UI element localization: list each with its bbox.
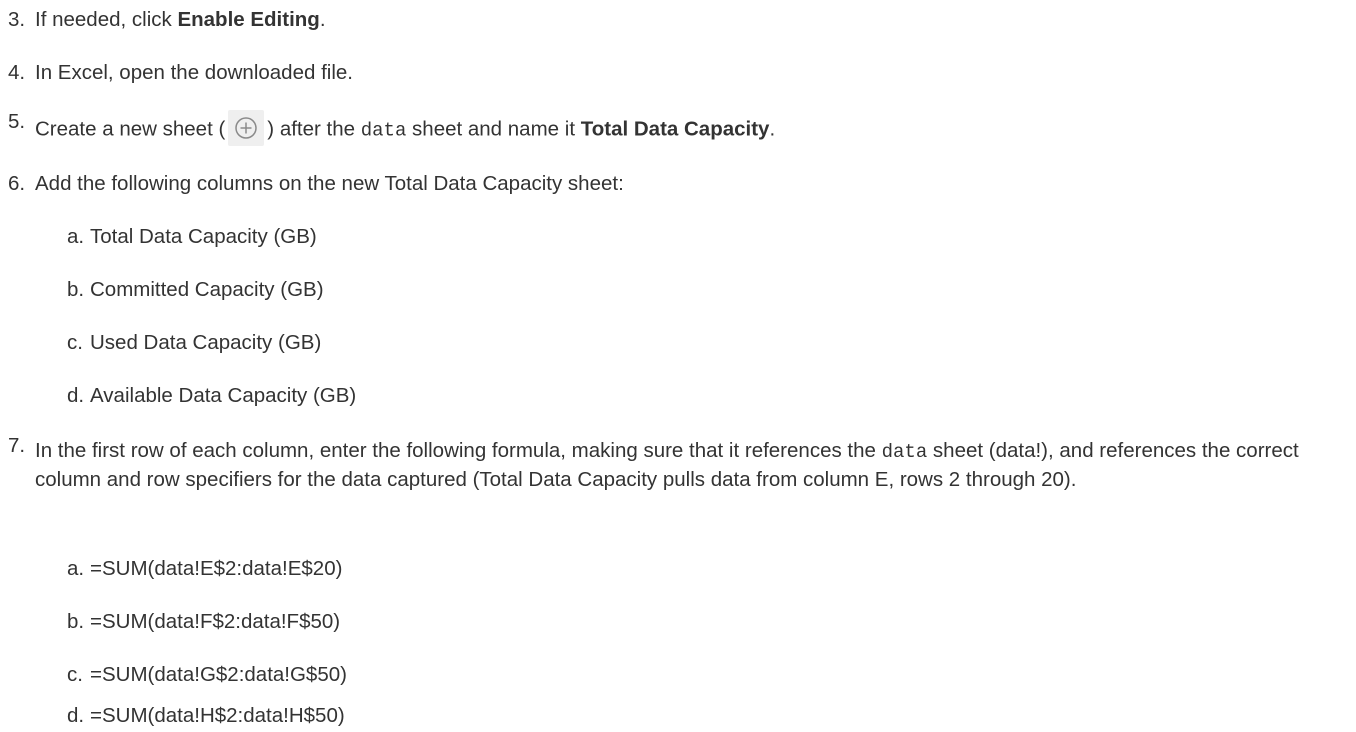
step-number: 4. [8, 61, 26, 84]
step-4: 4. In Excel, open the downloaded file. [8, 59, 353, 86]
data-sheet-code: data [360, 119, 407, 142]
total-data-capacity-label: Total Data Capacity [580, 117, 770, 141]
list-item: c. Used Data Capacity (GB) [67, 331, 322, 354]
step-text: Create a new sheet ( [35, 117, 226, 141]
list-item: b. =SUM(data!F$2:data!F$50) [67, 610, 341, 633]
data-sheet-code: data [881, 441, 928, 463]
list-item: a. =SUM(data!E$2:data!E$20) [67, 557, 343, 580]
step-5: 5. Create a new sheet () after the data s… [8, 110, 775, 148]
formula-text: =SUM(data!H$2:data!H$50) [90, 704, 345, 727]
enable-editing-label: Enable Editing [177, 8, 320, 31]
step-7-number: 7. [8, 434, 26, 457]
formula-text: =SUM(data!E$2:data!E$20) [90, 557, 343, 580]
step-3: 3. If needed, click Enable Editing. [8, 8, 326, 31]
step-text: If needed, click [35, 8, 178, 31]
step-number: 6. [8, 172, 26, 195]
step-number: 5. [8, 110, 26, 133]
step-6: 6. Add the following columns on the new T… [8, 170, 624, 197]
step-7-text: In the first row of each column, enter t… [35, 439, 1299, 491]
step-text: In Excel, open the downloaded file. [35, 61, 353, 84]
list-item: d. Available Data Capacity (GB) [67, 384, 357, 407]
formula-text: =SUM(data!F$2:data!F$50) [90, 610, 341, 633]
list-item: c. =SUM(data!G$2:data!G$50) [67, 663, 347, 686]
step-text: Add the following columns on the new Tot… [35, 172, 624, 195]
list-item: b. Committed Capacity (GB) [67, 278, 324, 301]
list-item: d. =SUM(data!H$2:data!H$50) [67, 704, 345, 727]
add-sheet-plus-icon [228, 110, 265, 146]
formula-text: =SUM(data!G$2:data!G$50) [90, 663, 347, 686]
step-number: 3. [8, 8, 26, 31]
list-item: a. Total Data Capacity (GB) [67, 225, 317, 248]
